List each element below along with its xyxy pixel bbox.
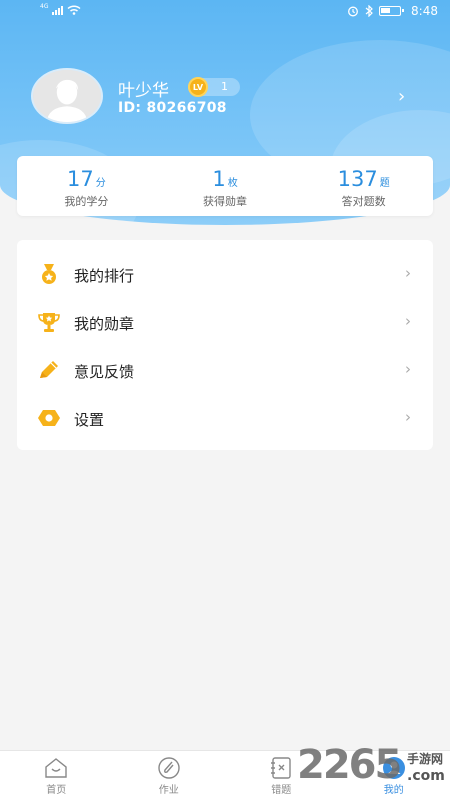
default-user-avatar-icon	[33, 70, 101, 122]
ranking-medal-icon	[42, 264, 56, 284]
chevron-right-icon: ›	[405, 264, 411, 282]
watermark-number: 2265	[297, 742, 402, 788]
stat-unit: 题	[379, 178, 390, 189]
tab-homework[interactable]: 作业	[113, 751, 226, 800]
watermark-domain: .com	[407, 768, 445, 784]
menu-item-label: 我的勋章	[74, 315, 135, 333]
stat-label: 答对题数	[341, 195, 386, 208]
menu-item-feedback[interactable]: 意见反馈 ›	[17, 346, 433, 394]
menu-item-label: 设置	[74, 411, 105, 429]
menu-item-label: 我的排行	[74, 267, 135, 285]
menu-item-settings[interactable]: 设置 ›	[17, 394, 433, 442]
home-icon	[45, 758, 67, 778]
user-name: 叶少华	[118, 81, 169, 101]
alarm-icon	[348, 6, 358, 17]
pencil-icon	[40, 361, 58, 378]
menu-item-label: 意见反馈	[74, 363, 135, 381]
menu-item-ranking[interactable]: 我的排行 ›	[17, 250, 433, 298]
level-badge: LV 1	[188, 77, 240, 97]
stat-label: 获得勋章	[203, 195, 247, 208]
tab-label: 作业	[158, 785, 179, 796]
watermark-text: 手游网	[407, 752, 444, 766]
menu-item-medals[interactable]: 我的勋章 ›	[17, 298, 433, 346]
trophy-icon	[38, 313, 60, 332]
wifi-icon	[67, 5, 81, 15]
bluetooth-icon	[365, 5, 373, 17]
stat-value: 137	[337, 167, 378, 191]
stat-correct-answers[interactable]: 137 题 答对题数	[294, 156, 433, 216]
menu-list: 我的排行 › 我的勋章 › 意见反馈 › 设置 ›	[17, 240, 433, 450]
level-number: 1	[221, 80, 228, 93]
status-bar: 4G 8:48	[0, 0, 450, 26]
site-watermark: 2265 手游网 .com	[297, 740, 450, 800]
level-crown-icon: LV	[188, 77, 208, 97]
stat-unit: 分	[95, 178, 106, 189]
stat-medals[interactable]: 1枚 获得勋章	[156, 156, 295, 216]
user-id: ID: 80266708	[118, 100, 227, 116]
stat-label: 我的学分	[64, 195, 109, 208]
network-type: 4G	[40, 2, 49, 10]
stat-value: 17	[66, 167, 94, 191]
stat-value: 1	[212, 167, 226, 191]
chevron-right-icon: ›	[405, 360, 411, 378]
avatar[interactable]	[31, 68, 103, 124]
wrong-notebook-icon	[271, 757, 291, 779]
tab-label: 首页	[46, 785, 67, 796]
stats-card: 17 分 我的学分 1枚 获得勋章 137 题 答对题数	[17, 156, 433, 216]
profile-chevron-right-icon[interactable]: ›	[398, 86, 405, 107]
settings-hex-icon	[38, 410, 60, 426]
paperclip-icon	[158, 757, 180, 779]
chevron-right-icon: ›	[405, 408, 411, 426]
tab-home[interactable]: 首页	[0, 751, 113, 800]
signal-icon	[52, 5, 64, 15]
status-time: 8:48	[411, 4, 438, 18]
stat-credits[interactable]: 17 分 我的学分	[17, 156, 156, 216]
stat-unit: 枚	[227, 178, 238, 189]
chevron-right-icon: ›	[405, 312, 411, 330]
battery-icon	[379, 6, 405, 16]
